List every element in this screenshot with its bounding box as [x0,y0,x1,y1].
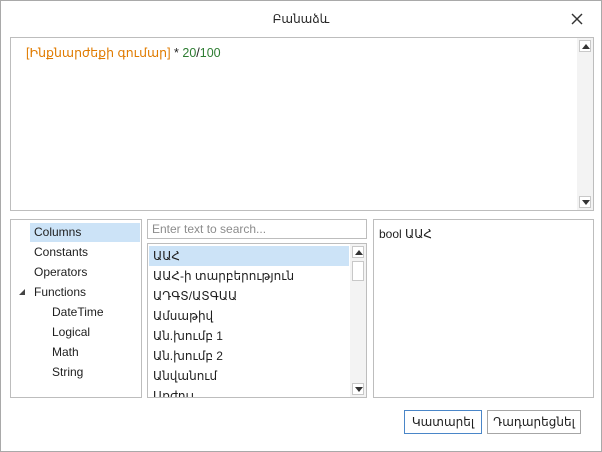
editor-scrollbar[interactable] [577,38,593,210]
list-scrollbar[interactable] [350,244,366,397]
arrow-up-icon [355,250,363,255]
description-panel: bool ԱԱՀ [373,219,594,398]
tree-item-columns[interactable]: Columns [30,223,140,242]
tree-item-label: String [52,365,84,379]
category-tree: Columns Constants Operators Functions Da… [10,219,142,398]
tree-item-label: Logical [52,325,91,339]
arrow-down-icon [582,200,590,205]
list-item[interactable]: Առժույ [149,386,349,397]
tree-item-logical[interactable]: Logical [48,323,140,342]
tree-item-datetime[interactable]: DateTime [48,303,140,322]
tree-item-operators[interactable]: Operators [30,263,140,282]
arrow-down-icon [355,387,363,392]
tree-item-label: Columns [34,225,82,239]
tree-item-string[interactable]: String [48,363,140,382]
close-button[interactable] [567,9,587,29]
expression-number-token: 20 [182,46,197,60]
description-text: bool ԱԱՀ [379,227,432,241]
functions-expander[interactable] [18,283,28,302]
expression-editor-dialog: Բանաձև [Ինքնարժեքի գումար] * 20/100 Colu… [0,0,602,452]
tree-item-label: Math [52,345,79,359]
tree-item-math[interactable]: Math [48,343,140,362]
tree-item-label: Constants [34,245,89,259]
tree-item-label: Operators [34,265,88,279]
close-icon [571,13,583,25]
expression-operator-token: * [170,46,183,60]
expression-text: [Ինքնարժեքի գումար] * 20/100 [26,45,221,60]
triangle-expanded-icon [19,289,25,295]
list-item[interactable]: ԱԱՀ-ի տարբերություն [149,266,349,286]
tree-item-label: Functions [34,285,87,299]
scroll-up-button[interactable] [352,246,364,258]
expression-number-token: 100 [199,46,221,60]
expression-field-token: [Ինքնարժեքի գումար] [26,46,171,60]
list-item[interactable]: Ան.խումբ 1 [149,326,349,346]
scroll-down-button[interactable] [352,383,364,395]
search-box [147,219,367,239]
item-list: ԱԱՀ ԱԱՀ-ի տարբերություն ԱԴԳՏ/ԱՏԳԱԱ Ամսաթ… [147,243,367,398]
scrollbar-thumb[interactable] [352,261,364,281]
list-item[interactable]: ԱԱՀ [149,246,349,266]
dialog-title: Բանաձև [272,12,330,26]
scroll-up-button[interactable] [579,40,591,52]
scroll-down-button[interactable] [579,196,591,208]
list-item[interactable]: ԱԴԳՏ/ԱՏԳԱԱ [149,286,349,306]
arrow-up-icon [582,44,590,49]
list-item[interactable]: Ամսաթիվ [149,306,349,326]
cancel-button[interactable]: Դադարեցնել [487,410,581,434]
tree-item-functions[interactable]: Functions [30,283,140,302]
expression-editor[interactable]: [Ինքնարժեքի գումար] * 20/100 [10,37,594,211]
list-item[interactable]: Անվանում [149,366,349,386]
tree-item-label: DateTime [52,305,104,319]
title-bar: Բանաձև [1,1,601,37]
search-input[interactable] [148,220,366,238]
tree-item-constants[interactable]: Constants [30,243,140,262]
ok-button[interactable]: Կատարել [404,410,482,434]
list-item[interactable]: Ան.խումբ 2 [149,346,349,366]
